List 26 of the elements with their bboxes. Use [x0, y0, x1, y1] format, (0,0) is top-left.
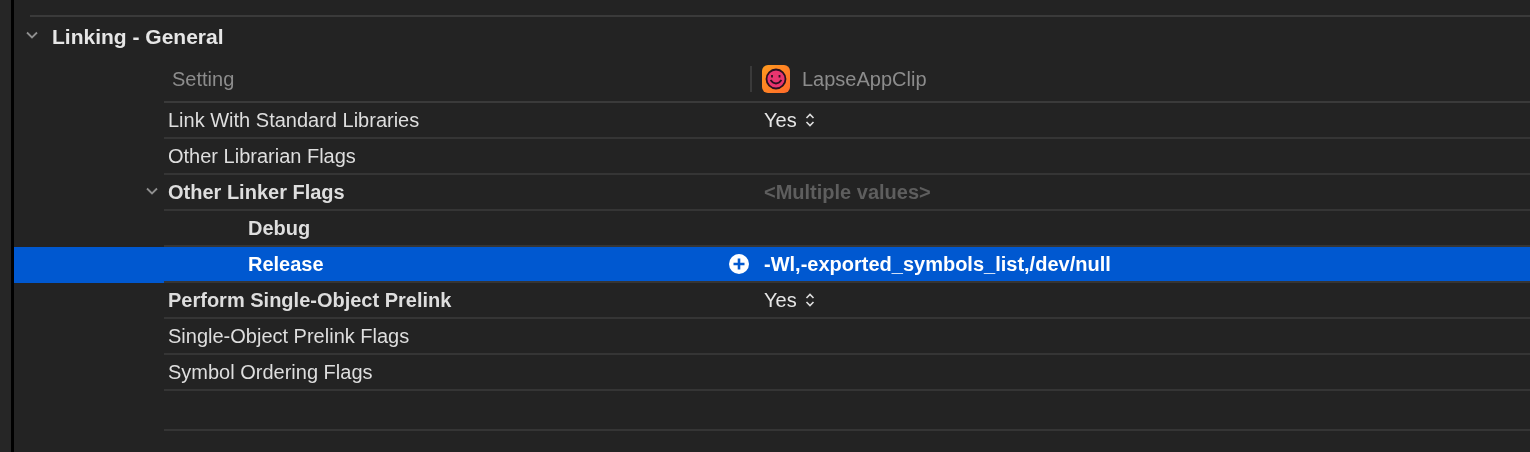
setting-row[interactable]: Link With Standard Libraries Yes	[14, 103, 1530, 139]
section-title: Linking - General	[52, 25, 224, 49]
stepper-icon	[804, 112, 815, 128]
setting-name: Other Linker Flags	[168, 180, 345, 204]
setting-row[interactable]: Perform Single-Object Prelink Yes	[14, 283, 1530, 319]
setting-name: Link With Standard Libraries	[168, 108, 420, 132]
setting-name: Other Librarian Flags	[168, 144, 356, 168]
setting-name: Release	[248, 252, 324, 276]
value-popup[interactable]: Yes	[764, 108, 815, 132]
add-icon[interactable]	[728, 253, 750, 275]
stepper-icon	[804, 292, 815, 308]
setting-name: Single-Object Prelink Flags	[168, 324, 410, 348]
value-popup[interactable]: Yes	[764, 288, 815, 312]
setting-name: Perform Single-Object Prelink	[168, 288, 452, 312]
setting-value: -Wl,-exported_symbols_list,/dev/null	[764, 252, 1111, 276]
setting-name: Symbol Ordering Flags	[168, 360, 373, 384]
setting-row[interactable]: Single-Object Prelink Flags	[14, 319, 1530, 355]
setting-row[interactable]: Symbol Ordering Flags	[14, 355, 1530, 391]
app-icon	[762, 65, 790, 93]
setting-name: Debug	[248, 216, 311, 240]
column-header: Setting	[171, 67, 236, 91]
setting-row[interactable]: Other Librarian Flags	[14, 139, 1530, 175]
setting-row[interactable]: Other Linker Flags <Multiple values>	[14, 175, 1530, 211]
setting-row[interactable]: Release -Wl,-exported_symbols_list,/dev/null	[14, 247, 1530, 283]
target-name: LapseAppClip	[802, 67, 927, 91]
setting-value: <Multiple values>	[764, 180, 931, 204]
